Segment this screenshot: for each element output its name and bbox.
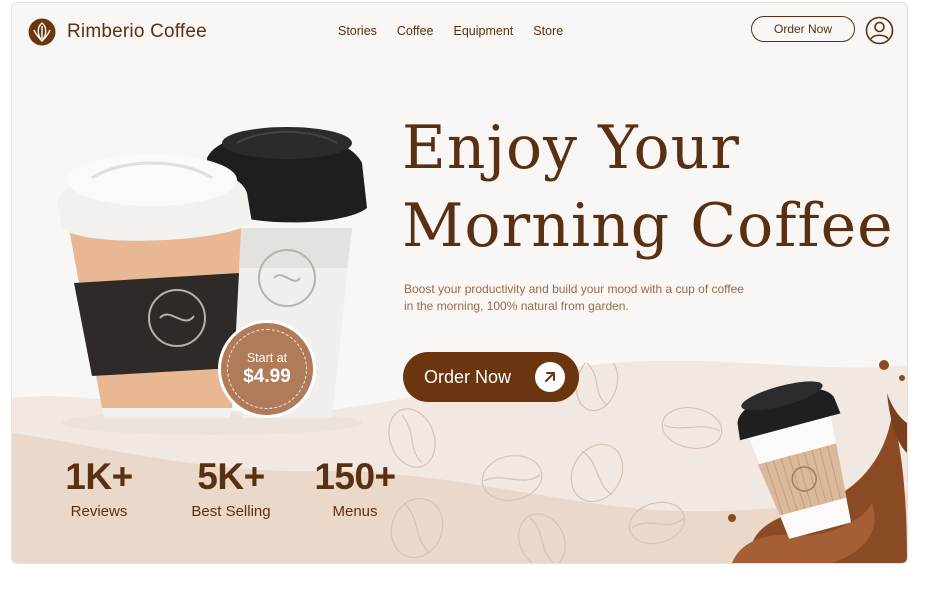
brand-logo[interactable]: Rimberio Coffee: [27, 17, 207, 47]
user-icon[interactable]: [865, 16, 894, 45]
nav-item-coffee[interactable]: Coffee: [397, 24, 434, 38]
coffee-cups-illustration: [57, 127, 367, 435]
coffee-splash-illustration: [728, 360, 907, 563]
coffee-leaf-icon: [28, 18, 56, 46]
cta-label: Order Now: [424, 366, 512, 387]
stat-menus: 150+ Menus: [306, 455, 404, 521]
stat-label: Best Selling: [191, 503, 271, 520]
stat-label: Menus: [332, 503, 378, 520]
hero-headline: Enjoy Your Morning Coffee: [402, 109, 894, 265]
landing-page: Rimberio Coffee Stories Coffee Equipment…: [11, 2, 908, 564]
stat-value: 1K+: [65, 456, 133, 497]
nav-item-stories[interactable]: Stories: [338, 24, 377, 38]
hero-subtext: Boost your productivity and build your m…: [404, 282, 744, 313]
nav-item-store[interactable]: Store: [533, 24, 563, 38]
nav-item-equipment[interactable]: Equipment: [454, 24, 514, 38]
stat-reviews: 1K+ Reviews: [60, 455, 138, 521]
price-badge: Start at $4.99: [218, 320, 316, 418]
badge-price: $4.99: [243, 365, 291, 387]
arrow-up-right-icon: [535, 362, 565, 392]
header-order-button[interactable]: Order Now: [751, 16, 855, 42]
headline-line-1: Enjoy Your: [402, 113, 740, 183]
badge-label: Start at: [246, 350, 288, 365]
brand-name: Rimberio Coffee: [67, 21, 207, 42]
headline-line-2: Morning Coffee: [402, 191, 894, 261]
stat-label: Reviews: [70, 503, 128, 520]
stat-value: 5K+: [197, 456, 265, 497]
stat-value: 150+: [314, 456, 396, 497]
hero-order-button[interactable]: Order Now: [403, 352, 579, 402]
main-nav: Stories Coffee Equipment Store: [338, 24, 563, 38]
stat-best-selling: 5K+ Best Selling: [186, 455, 276, 521]
